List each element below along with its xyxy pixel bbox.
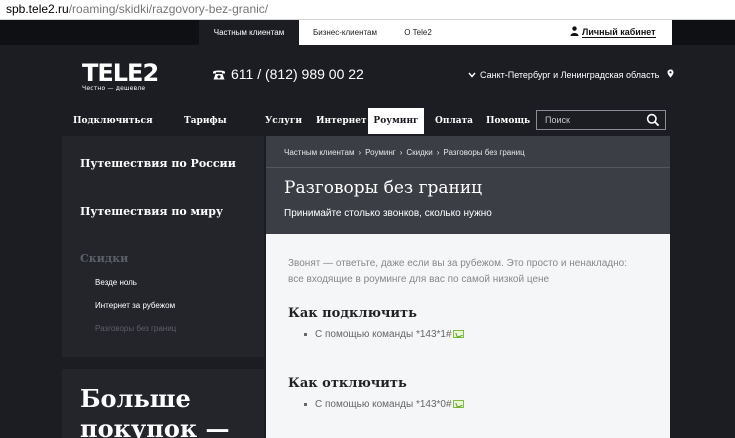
map-pin-icon	[667, 69, 674, 78]
page-hero: Частным клиентам › Роуминг › Скидки › Разговор…	[266, 136, 670, 234]
logo-text: TELE2	[82, 59, 159, 87]
personal-account-label: Личный кабинет	[582, 27, 656, 38]
breadcrumb-private-clients[interactable]: Частным клиентам	[284, 148, 354, 157]
segment-business-clients[interactable]: Бизнес-клиентам	[306, 20, 384, 45]
connect-command-text: С помощью команды *143*1#	[315, 329, 452, 340]
page-title: Разговоры без границ	[284, 178, 483, 198]
site-header: TELE2 Честно — дешевле 611 / (812) 989 0…	[0, 45, 735, 108]
region-selector[interactable]: Санкт-Петербург и Ленинградская область	[468, 69, 674, 80]
nav-services[interactable]: Услуги	[265, 108, 302, 134]
disconnect-command-text: С помощью команды *143*0#	[315, 399, 452, 410]
phone-number[interactable]: 611 / (812) 989 00 22	[212, 66, 364, 82]
promo-line-2: покупок —	[80, 414, 230, 438]
list-item-disconnect: С помощью команды *143*0#	[304, 399, 464, 410]
bullet-icon	[304, 332, 307, 336]
url-path: /roaming/skidki/razgovory-bez-granic/	[68, 2, 269, 16]
personal-account-link[interactable]: Личный кабинет	[570, 20, 656, 45]
call-icon[interactable]	[452, 400, 464, 409]
url-host: spb.tele2.ru	[6, 2, 69, 16]
nav-tariffs[interactable]: Тарифы	[184, 108, 227, 134]
region-label: Санкт-Петербург и Ленинградская область	[480, 70, 660, 80]
call-icon[interactable]	[452, 330, 464, 339]
intro-line-2: все входящие в роуминге для вас по самой…	[288, 274, 550, 285]
nav-roaming[interactable]: Роуминг	[368, 108, 424, 134]
breadcrumb-discounts[interactable]: Скидки	[406, 148, 432, 157]
sidebar-item-everywhere-zero[interactable]: Везде ноль	[95, 278, 137, 287]
nav-internet[interactable]: Интернет	[316, 108, 367, 134]
nav-connect[interactable]: Подключиться	[73, 108, 153, 134]
breadcrumb: Частным клиентам › Роуминг › Скидки › Разговор…	[266, 148, 670, 168]
intro-text: Звонят — ответьте, даже если вы за рубеж…	[288, 256, 658, 288]
sidebar: Путешествия по России Путешествия по мир…	[62, 136, 264, 438]
list-item-connect: С помощью команды *143*1#	[304, 329, 464, 340]
search-input[interactable]	[537, 111, 645, 129]
chevron-right-icon: ›	[399, 148, 403, 157]
page-subtitle: Принимайте столько звонков, сколько нужн…	[284, 208, 492, 219]
sidebar-item-russia-travel[interactable]: Путешествия по России	[80, 157, 236, 170]
right-margin	[670, 136, 735, 438]
sidebar-item-internet-abroad[interactable]: Интернет за рубежом	[95, 301, 175, 310]
chevron-right-icon: ›	[436, 148, 440, 157]
promo-line-1: Больше	[80, 384, 191, 413]
breadcrumb-current: Разговоры без границ	[443, 148, 525, 157]
search-icon[interactable]	[646, 113, 660, 127]
nav-help[interactable]: Помощь	[486, 108, 530, 134]
sidebar-heading-discounts[interactable]: Скидки	[80, 252, 128, 265]
sidebar-item-calls-without-borders[interactable]: Разговоры без границ	[95, 324, 176, 333]
section-heading-disconnect: Как отключить	[288, 376, 407, 391]
sidebar-item-world-travel[interactable]: Путешествия по миру	[80, 205, 223, 218]
search-box	[536, 110, 666, 130]
bullet-icon	[304, 402, 307, 406]
intro-line-1: Звонят — ответьте, даже если вы за рубеж…	[288, 258, 627, 269]
person-icon	[570, 26, 579, 36]
browser-address-bar[interactable]: spb.tele2.ru/roaming/skidki/razgovory-be…	[0, 0, 735, 20]
chevron-down-icon	[468, 72, 476, 78]
sidebar-divider	[62, 357, 264, 369]
section-heading-connect: Как подключить	[288, 306, 417, 321]
nav-payment[interactable]: Оплата	[435, 108, 473, 134]
breadcrumb-roaming[interactable]: Роуминг	[365, 148, 396, 157]
main-content: Частным клиентам › Роуминг › Скидки › Разговор…	[266, 136, 670, 438]
phone-icon	[213, 70, 225, 80]
breadcrumb-divider	[266, 167, 670, 168]
segment-about-tele2[interactable]: О Tele2	[398, 20, 438, 45]
phone-text: 611 / (812) 989 00 22	[231, 66, 364, 82]
tele2-logo[interactable]: TELE2 Честно — дешевле	[82, 59, 159, 92]
promo-banner[interactable]: Больше покупок —	[80, 384, 230, 438]
top-segment-nav: Частным клиентам Бизнес-клиентам О Tele2…	[0, 20, 735, 45]
segment-private-clients[interactable]: Частным клиентам	[199, 20, 299, 45]
main-navigation: Подключиться Тарифы Услуги Интернет Роум…	[0, 108, 735, 134]
chevron-right-icon: ›	[358, 148, 362, 157]
